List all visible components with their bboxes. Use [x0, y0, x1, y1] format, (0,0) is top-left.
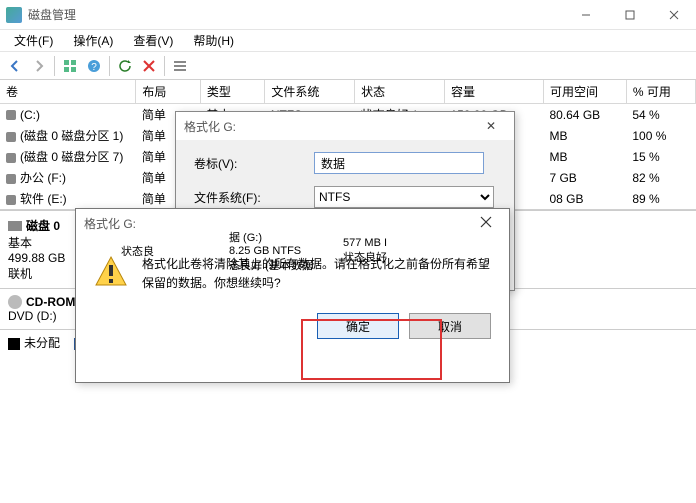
maximize-button[interactable]: [608, 0, 652, 30]
ok-button[interactable]: 确定: [317, 313, 399, 339]
label-volume: 卷标(V):: [194, 155, 314, 172]
list-icon[interactable]: [169, 55, 191, 77]
volume-label-input[interactable]: [314, 152, 484, 174]
svg-text:?: ?: [91, 62, 97, 73]
col-pct[interactable]: % 可用: [626, 80, 695, 104]
view-icon[interactable]: [59, 55, 81, 77]
col-capacity[interactable]: 容量: [444, 80, 543, 104]
confirm-dialog-close-icon[interactable]: [471, 216, 501, 231]
col-type[interactable]: 类型: [200, 80, 264, 104]
menu-help[interactable]: 帮助(H): [185, 30, 242, 51]
menu-file[interactable]: 文件(F): [6, 30, 61, 51]
back-icon[interactable]: [4, 55, 26, 77]
format-dialog-close-icon[interactable]: ✕: [476, 119, 506, 133]
format-dialog-title: 格式化 G:: [184, 118, 476, 135]
filesystem-select[interactable]: NTFS: [314, 186, 494, 208]
menu-action[interactable]: 操作(A): [65, 30, 121, 51]
titlebar: 磁盘管理: [0, 0, 696, 30]
col-volume[interactable]: 卷: [0, 80, 136, 104]
table-header-row: 卷 布局 类型 文件系统 状态 容量 可用空间 % 可用: [0, 80, 696, 104]
cancel-button[interactable]: 取消: [409, 313, 491, 339]
menubar: 文件(F) 操作(A) 查看(V) 帮助(H): [0, 30, 696, 52]
col-free[interactable]: 可用空间: [543, 80, 626, 104]
delete-icon[interactable]: [138, 55, 160, 77]
label-filesystem: 文件系统(F):: [194, 189, 314, 206]
window-title: 磁盘管理: [28, 6, 564, 23]
refresh-icon[interactable]: [114, 55, 136, 77]
warning-icon: [94, 255, 128, 289]
help-icon[interactable]: ?: [83, 55, 105, 77]
col-fs[interactable]: 文件系统: [265, 80, 355, 104]
minimize-button[interactable]: [564, 0, 608, 30]
forward-icon[interactable]: [28, 55, 50, 77]
app-icon: [6, 7, 22, 23]
col-layout[interactable]: 布局: [136, 80, 200, 104]
menu-view[interactable]: 查看(V): [125, 30, 181, 51]
col-status[interactable]: 状态: [355, 80, 445, 104]
toolbar: ?: [0, 52, 696, 80]
close-button[interactable]: [652, 0, 696, 30]
